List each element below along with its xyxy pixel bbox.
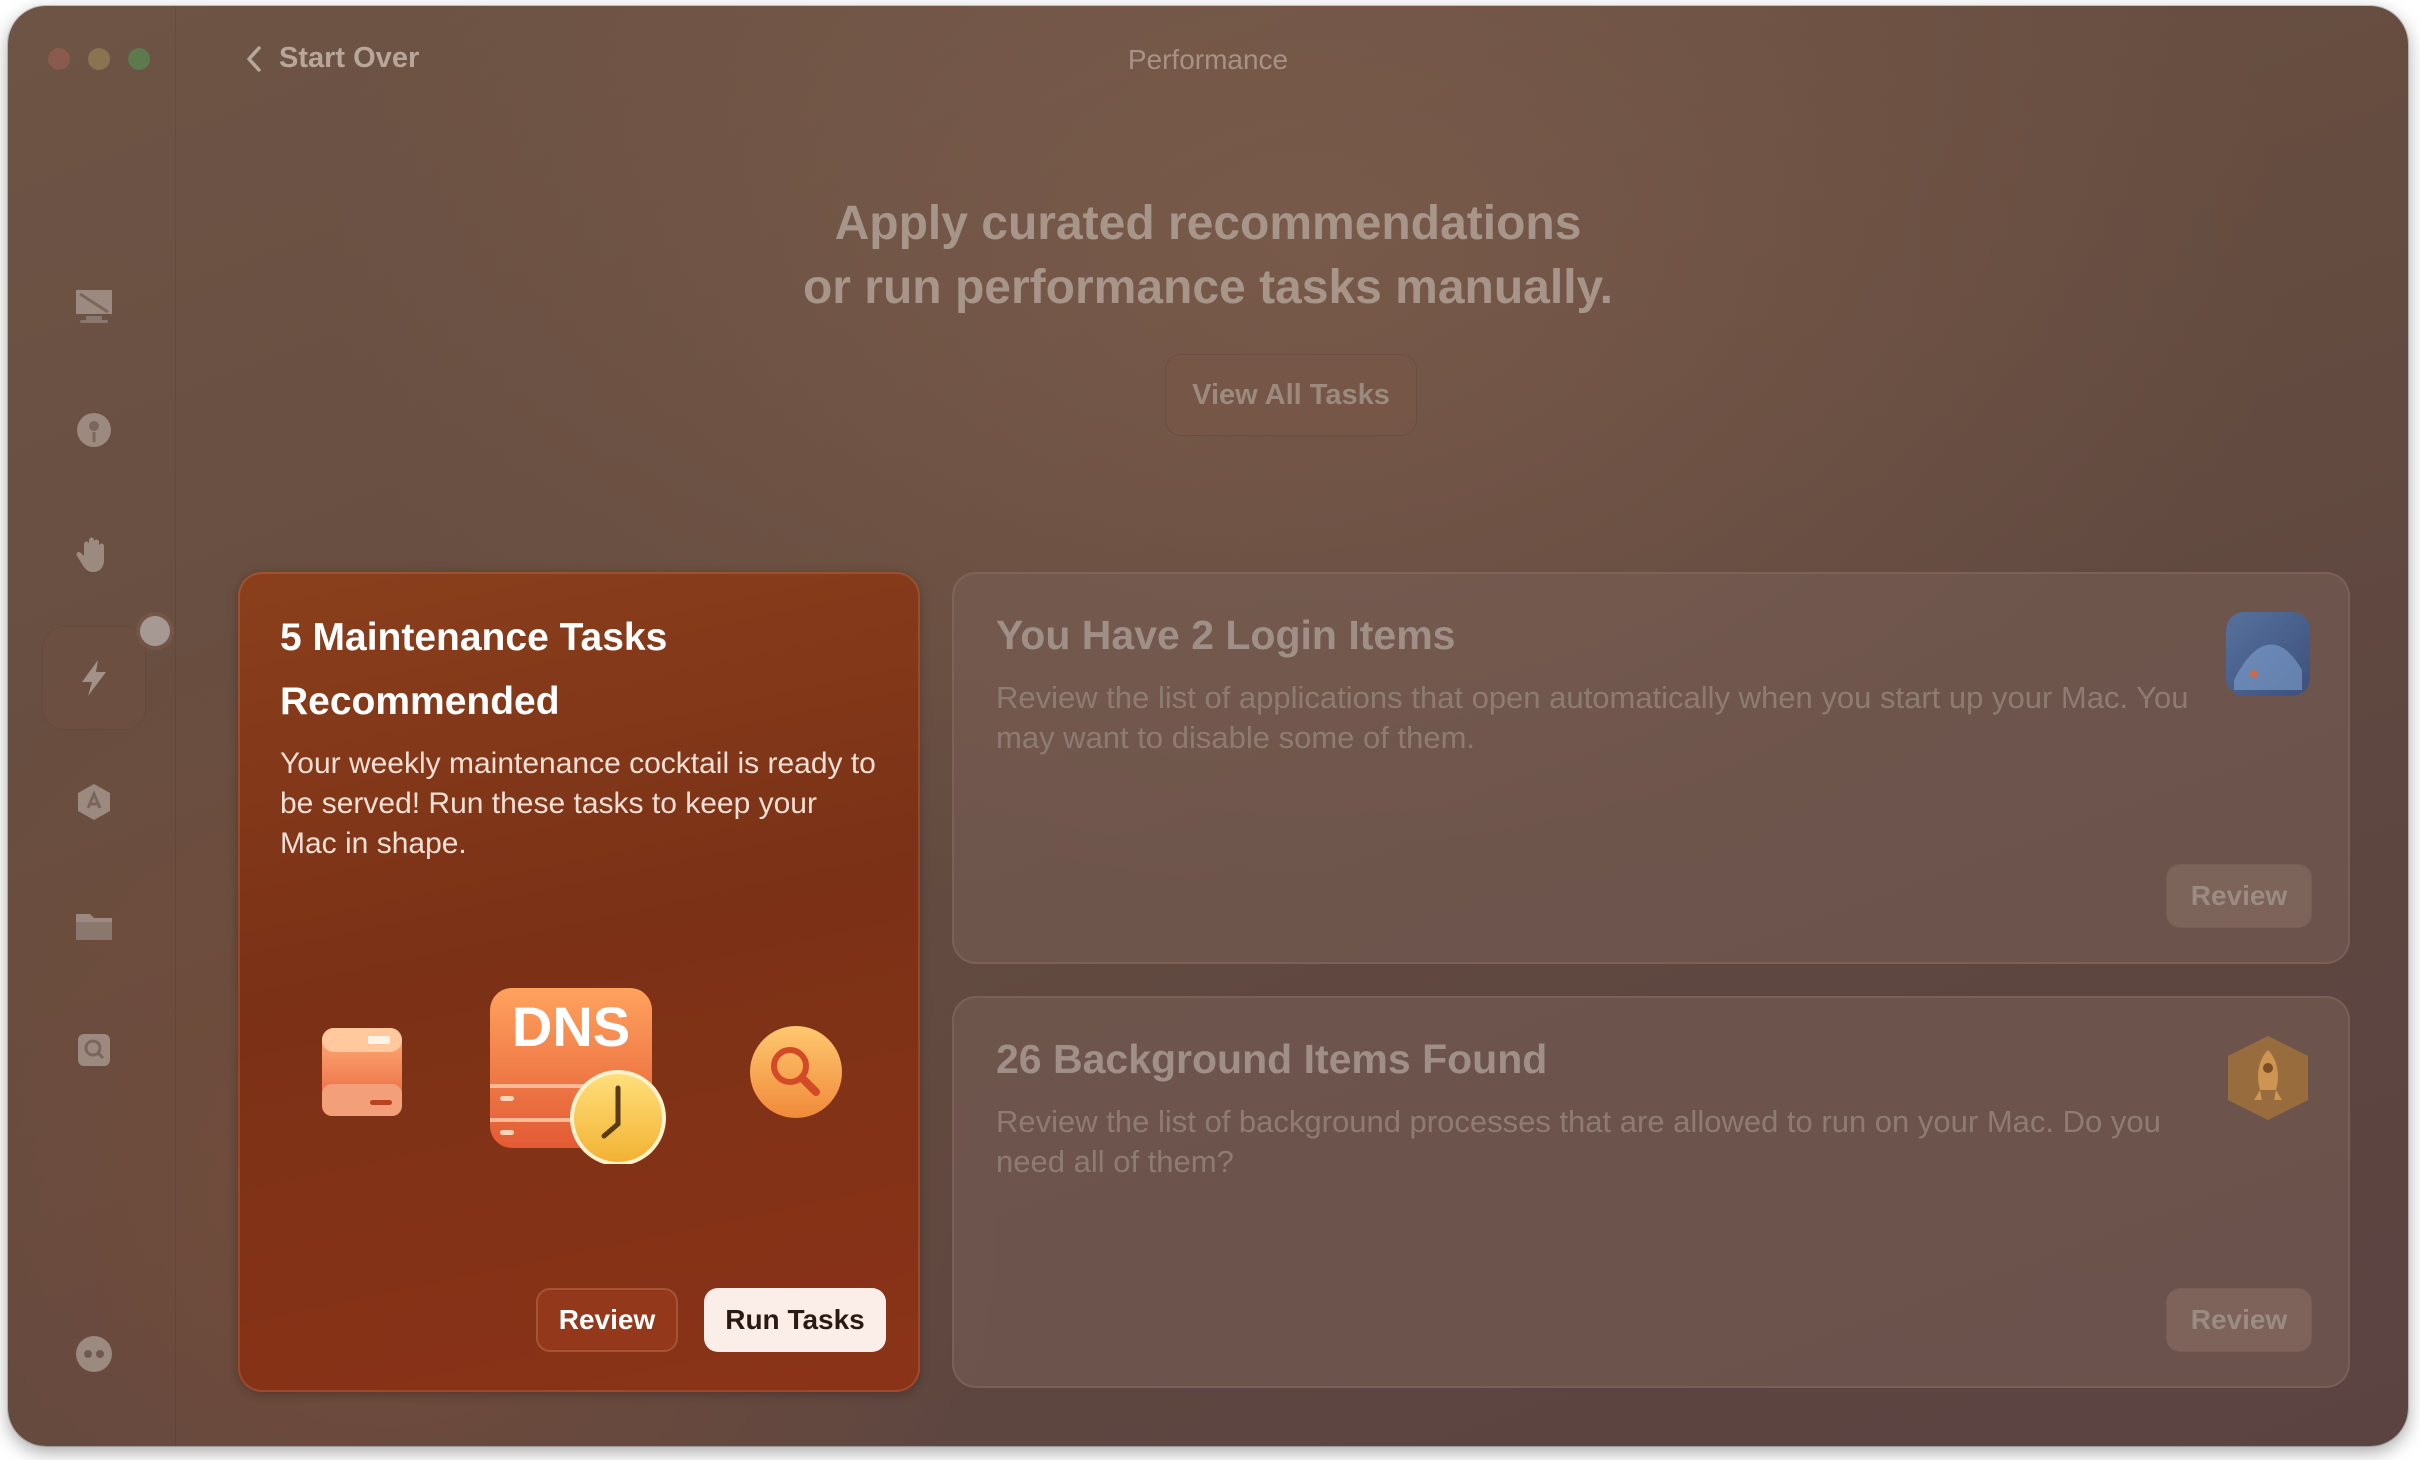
background-items-review-button[interactable]: Review bbox=[2166, 1288, 2312, 1352]
login-items-description: Review the list of applications that ope… bbox=[996, 680, 2189, 755]
shield-icon bbox=[77, 413, 111, 447]
sidebar-item-protection[interactable] bbox=[42, 378, 146, 482]
background-items-description: Review the list of background processes … bbox=[996, 1104, 2161, 1179]
sidebar-item-privacy[interactable] bbox=[42, 502, 146, 606]
apps-icon bbox=[78, 784, 110, 820]
sidebar-item-applications[interactable] bbox=[42, 750, 146, 854]
headline-line-1: Apply curated recommendations bbox=[834, 197, 1582, 250]
folder-icon bbox=[76, 914, 112, 940]
magnifier-icon bbox=[750, 1026, 842, 1118]
maintenance-card: 5 Maintenance Tasks Recommended Your wee… bbox=[238, 572, 920, 1392]
maintenance-title-line-2: Recommended bbox=[280, 680, 560, 723]
login-items-review-button[interactable]: Review bbox=[2166, 864, 2312, 928]
dns-flush-illustration: DNS bbox=[488, 984, 668, 1166]
maintenance-review-button[interactable]: Review bbox=[536, 1288, 678, 1352]
notification-badge bbox=[140, 616, 170, 646]
login-items-title: You Have 2 Login Items bbox=[996, 612, 1456, 658]
maintenance-title-line-1: 5 Maintenance Tasks bbox=[280, 616, 668, 659]
sidebar-item-files[interactable] bbox=[42, 874, 146, 978]
page-headline: Apply curated recommendations or run per… bbox=[8, 192, 2408, 320]
hand-icon bbox=[76, 537, 104, 572]
sidebar-item-performance[interactable] bbox=[42, 616, 170, 730]
headline-line-2: or run performance tasks manually. bbox=[802, 261, 1614, 314]
maintenance-card-description: Your weekly maintenance cocktail is read… bbox=[280, 747, 876, 860]
sidebar-item-space-lens[interactable] bbox=[42, 998, 146, 1102]
run-tasks-button[interactable]: Run Tasks bbox=[704, 1288, 886, 1352]
app-window: Start Over Performance Apply curated rec… bbox=[8, 6, 2408, 1446]
login-items-card: You Have 2 Login Items Review the list o… bbox=[952, 572, 2350, 964]
drive-search-icon bbox=[78, 1034, 110, 1066]
assistant-icon bbox=[76, 1336, 112, 1372]
drive-icon bbox=[322, 1028, 402, 1116]
sidebar-item-assistant[interactable] bbox=[42, 1302, 146, 1406]
view-all-tasks-button[interactable]: View All Tasks bbox=[1165, 354, 1417, 436]
background-items-card: 26 Background Items Found Review the lis… bbox=[952, 996, 2350, 1388]
background-items-title: 26 Background Items Found bbox=[996, 1036, 1548, 1082]
login-items-icon bbox=[2226, 612, 2310, 696]
rocket-icon bbox=[2228, 1036, 2308, 1120]
dns-label: DNS bbox=[511, 995, 631, 1058]
maintenance-card-title: 5 Maintenance Tasks Recommended bbox=[280, 606, 860, 734]
lightning-icon bbox=[82, 660, 106, 696]
window-title: Performance bbox=[1127, 44, 1289, 75]
